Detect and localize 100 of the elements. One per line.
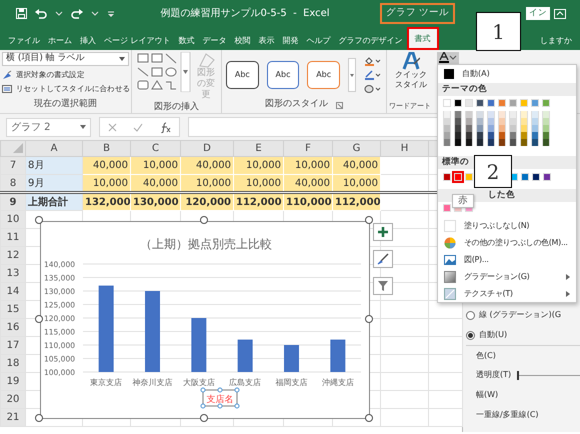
color-swatch[interactable]	[509, 118, 517, 125]
color-swatch[interactable]	[476, 139, 484, 146]
column-header[interactable]: F	[284, 140, 332, 156]
menu-item[interactable]: 図(P)...	[438, 251, 576, 268]
color-swatch[interactable]	[509, 99, 517, 107]
caret-icon[interactable]	[91, 10, 99, 17]
column-header[interactable]: B	[82, 140, 130, 156]
color-swatch[interactable]	[454, 118, 462, 125]
redo-icon[interactable]	[71, 8, 83, 19]
color-swatch[interactable]	[465, 111, 473, 118]
color-swatch[interactable]	[509, 139, 517, 146]
shape-gallery[interactable]	[136, 52, 191, 92]
color-swatch[interactable]	[542, 111, 550, 118]
row-header[interactable]: 19	[0, 372, 26, 390]
color-swatch[interactable]	[476, 111, 484, 118]
column-header[interactable]: E	[234, 140, 284, 156]
chart-element-dropdown[interactable]: 横 (項目) 軸 ラベル	[2, 52, 129, 66]
shape-style-preset[interactable]: Abc	[226, 61, 259, 89]
color-swatch[interactable]	[531, 111, 539, 118]
row-header[interactable]: 7	[0, 156, 26, 174]
column-header[interactable]: H	[380, 140, 428, 156]
color-swatch[interactable]	[509, 125, 517, 132]
save-icon[interactable]	[16, 8, 27, 19]
color-swatch[interactable]	[443, 118, 451, 125]
resize-handle[interactable]	[200, 414, 208, 422]
font-color-button[interactable]	[437, 52, 459, 64]
row-header[interactable]: 21	[0, 408, 26, 426]
outline-pen-icon[interactable]	[364, 70, 382, 80]
color-swatch[interactable]	[487, 99, 495, 107]
tell-me-field[interactable]: しますか	[536, 31, 576, 50]
color-swatch[interactable]	[509, 132, 517, 139]
menu-item[interactable]: グラデーション(G)	[438, 268, 576, 285]
menu-item[interactable]: その他の塗りつぶしの色(M)...	[438, 234, 576, 251]
color-swatch[interactable]	[531, 132, 539, 139]
row-header[interactable]: 12	[0, 246, 26, 264]
transparency-slider[interactable]	[517, 370, 580, 380]
row-header[interactable]: 10	[0, 210, 26, 228]
color-swatch[interactable]	[465, 125, 473, 132]
resize-handle[interactable]	[200, 216, 208, 224]
ribbon-tab[interactable]: 開発	[278, 31, 303, 50]
row-header[interactable]: 13	[0, 264, 26, 282]
resize-handle[interactable]	[365, 315, 373, 323]
menu-item[interactable]: テクスチャ(T)	[438, 285, 576, 302]
color-swatch[interactable]	[542, 99, 550, 107]
color-swatch[interactable]	[454, 139, 462, 146]
color-swatch[interactable]	[487, 125, 495, 132]
axis-title-box[interactable]: 支店名	[200, 388, 240, 408]
chart-elements-button[interactable]	[373, 223, 393, 241]
insert-function-icon[interactable]	[159, 122, 171, 132]
color-swatch[interactable]	[498, 132, 506, 139]
ribbon-tab[interactable]: 校閲	[230, 31, 255, 50]
color-swatch[interactable]	[487, 111, 495, 118]
color-swatch[interactable]	[443, 139, 451, 146]
row-header[interactable]: 9	[0, 192, 26, 210]
color-swatch[interactable]	[454, 111, 462, 118]
color-swatch[interactable]	[476, 118, 484, 125]
caret-icon[interactable]	[55, 10, 63, 17]
color-swatch[interactable]	[443, 111, 451, 118]
color-swatch[interactable]	[542, 118, 550, 125]
color-swatch[interactable]	[498, 125, 506, 132]
color-swatch[interactable]	[520, 118, 528, 125]
gallery-scroll-icon[interactable]	[348, 58, 356, 92]
radio-button[interactable]	[466, 310, 475, 320]
color-swatch[interactable]	[520, 125, 528, 132]
color-swatch[interactable]	[531, 139, 539, 146]
ribbon-tab[interactable]: ページ レイアウト	[100, 31, 175, 50]
color-swatch[interactable]	[542, 139, 550, 146]
color-swatch[interactable]	[476, 125, 484, 132]
row-header[interactable]: 17	[0, 336, 26, 354]
row-header[interactable]: 14	[0, 282, 26, 300]
color-swatch[interactable]	[520, 99, 528, 107]
color-swatch[interactable]	[465, 139, 473, 146]
ribbon-tab[interactable]: ファイル	[4, 31, 44, 50]
ribbon-tab[interactable]: グラフのデザイン	[334, 31, 407, 50]
row-header[interactable]: 18	[0, 354, 26, 372]
color-swatch[interactable]	[543, 173, 551, 181]
slider-thumb[interactable]	[517, 370, 520, 380]
color-swatch[interactable]	[465, 118, 473, 125]
color-swatch[interactable]	[532, 173, 540, 181]
column-header[interactable]: D	[180, 140, 234, 156]
bar[interactable]	[98, 286, 114, 372]
color-swatch[interactable]	[498, 139, 506, 146]
column-header[interactable]: G	[332, 140, 380, 156]
color-swatch[interactable]	[531, 118, 539, 125]
menu-item[interactable]: 塗りつぶしなし(N)	[438, 217, 576, 234]
ribbon-tab[interactable]: ヘルプ	[302, 31, 335, 50]
color-swatch[interactable]	[487, 139, 495, 146]
color-swatch[interactable]	[531, 125, 539, 132]
color-swatch[interactable]	[454, 173, 462, 181]
quick-style-button[interactable]: クイック スタイル	[393, 52, 429, 90]
color-swatch[interactable]	[454, 132, 462, 139]
row-header[interactable]: 20	[0, 390, 26, 408]
color-swatch[interactable]	[520, 139, 528, 146]
resize-handle[interactable]	[35, 414, 43, 422]
color-swatch[interactable]	[531, 99, 539, 107]
chart-title[interactable]: （上期）拠点別売上比較	[140, 237, 272, 251]
color-swatch[interactable]	[520, 132, 528, 139]
color-swatch[interactable]	[454, 99, 462, 107]
color-swatch[interactable]	[476, 132, 484, 139]
shape-style-preset[interactable]: Abc	[266, 61, 300, 89]
